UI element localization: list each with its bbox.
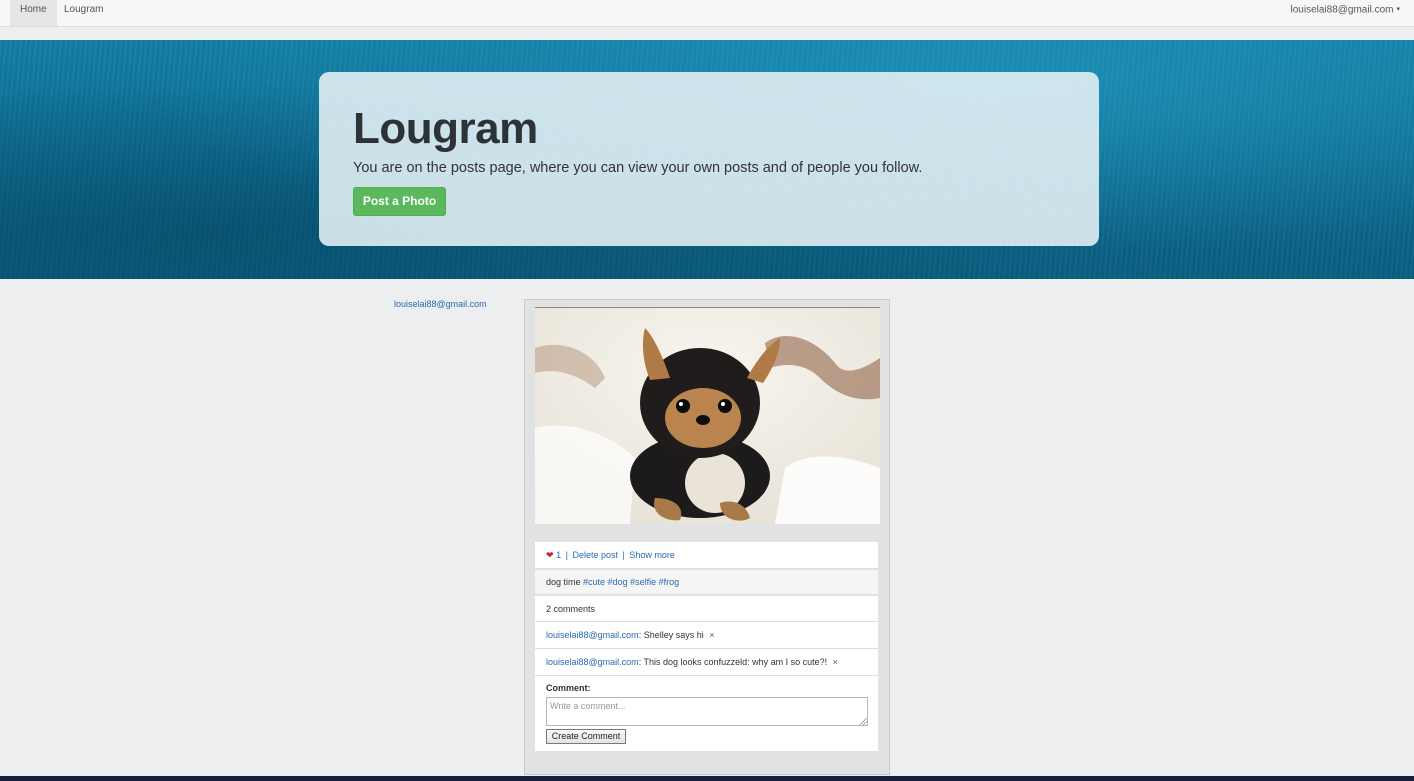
- comment-text: : This dog looks confuzzeld: why am I so…: [638, 657, 828, 667]
- hashtag-link[interactable]: #frog: [659, 577, 680, 587]
- comment-count: 2 comments: [535, 596, 878, 622]
- resize-handle-icon[interactable]: [860, 718, 867, 725]
- hashtag-link[interactable]: #cute: [583, 577, 605, 587]
- delete-comment-icon[interactable]: ×: [833, 657, 838, 667]
- show-more-link[interactable]: Show more: [629, 550, 675, 560]
- top-navbar: Home Lougram louiselai88@gmail.com ▾: [0, 0, 1414, 27]
- separator: |: [565, 550, 568, 560]
- comment-text: : Shelley says hi: [638, 630, 704, 640]
- create-comment-button[interactable]: Create Comment: [546, 729, 626, 744]
- comment-item: louiselai88@gmail.com: Shelley says hi ×: [535, 622, 878, 649]
- comment-label: Comment:: [546, 683, 591, 693]
- comment-author-link[interactable]: louiselai88@gmail.com: [546, 630, 639, 640]
- page-title: Lougram: [353, 104, 538, 153]
- caption-text: dog time: [546, 577, 581, 587]
- separator: |: [622, 550, 625, 560]
- post-actions-row: ❤ 1 | Delete post | Show more: [535, 542, 878, 569]
- page-description: You are on the posts page, where you can…: [353, 160, 923, 176]
- hashtag-link[interactable]: #dog: [608, 577, 628, 587]
- comment-input[interactable]: [546, 697, 868, 726]
- comment-item: louiselai88@gmail.com: This dog looks co…: [535, 649, 878, 676]
- hashtag-link[interactable]: #selfie: [630, 577, 656, 587]
- nav-brand-link[interactable]: Lougram: [54, 0, 113, 26]
- post-photo: [535, 308, 880, 524]
- delete-comment-icon[interactable]: ×: [709, 630, 714, 640]
- post-caption: dog time #cute #dog #selfie #frog: [535, 570, 878, 595]
- user-menu-dropdown[interactable]: louiselai88@gmail.com ▾: [1281, 0, 1411, 26]
- chevron-down-icon: ▾: [1396, 6, 1400, 13]
- jumbotron: Lougram You are on the posts page, where…: [319, 72, 1099, 246]
- bottom-edge: [0, 776, 1414, 781]
- sidebar-user-link[interactable]: louiselai88@gmail.com: [394, 299, 487, 309]
- like-count: 1: [556, 550, 562, 560]
- comment-author-link[interactable]: louiselai88@gmail.com: [546, 657, 639, 667]
- post-card: ❤ 1 | Delete post | Show more dog time #…: [524, 299, 890, 775]
- nav-home-link[interactable]: Home: [10, 0, 57, 26]
- puppy-image: [535, 308, 880, 524]
- comment-form: Comment: Create Comment: [535, 676, 878, 751]
- heart-icon[interactable]: ❤: [546, 550, 554, 560]
- post-photo-button[interactable]: Post a Photo: [353, 187, 446, 216]
- delete-post-link[interactable]: Delete post: [572, 550, 618, 560]
- hero-banner: Lougram You are on the posts page, where…: [0, 40, 1414, 279]
- user-menu-label: louiselai88@gmail.com: [1290, 4, 1394, 16]
